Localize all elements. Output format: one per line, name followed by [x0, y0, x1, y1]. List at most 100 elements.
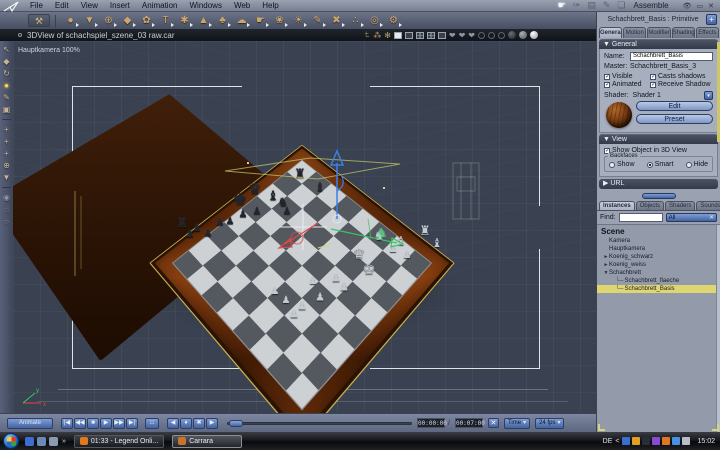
render-room-icon[interactable]: ❏ [617, 0, 625, 11]
menu-edit[interactable]: Edit [49, 1, 75, 10]
sphere-tool-icon[interactable]: ● [61, 13, 80, 28]
tray-icon[interactable] [632, 437, 640, 445]
find-filter-dropdown[interactable]: All ✕ [666, 213, 717, 222]
layout-four-pane-button[interactable] [416, 32, 424, 39]
camera-tool-icon[interactable]: ◉ [3, 193, 10, 202]
panel-splitter-grip[interactable] [642, 193, 676, 199]
display-mode-wire-icon[interactable] [478, 32, 485, 39]
minimize-icon[interactable]: ▭ [697, 2, 704, 10]
globe-tool-icon[interactable]: ⊕ [99, 13, 118, 28]
view-section-header[interactable]: ▼ View [599, 134, 718, 144]
tree-item-schachbrett[interactable]: ▼ Schachbrett [597, 269, 720, 277]
light-tool-icon[interactable]: ☀ [289, 13, 308, 28]
close-icon[interactable]: ✕ [708, 2, 714, 10]
menu-web[interactable]: Web [228, 1, 256, 10]
cone-tool-icon[interactable]: ▲ [194, 13, 213, 28]
preset-shader-button[interactable]: Preset [636, 114, 713, 124]
storyboard-room-icon[interactable]: ▤ [587, 0, 596, 11]
wrench-tool-icon[interactable]: ⚙ [384, 13, 403, 28]
move-tool-3-icon[interactable]: + [4, 149, 9, 158]
flower-tool-icon[interactable]: ❀ [270, 13, 289, 28]
tree-item-kamera[interactable]: Kamera [597, 237, 720, 245]
quick-launch-icon-1[interactable] [25, 437, 34, 446]
transport-button[interactable]: ▶▶ [113, 418, 125, 429]
browser-tab-shaders[interactable]: Shaders [665, 201, 695, 210]
tree-item-koenig_schwarz[interactable]: ► Koenig_schwarz [597, 253, 720, 261]
taskbar-task[interactable]: Carrara [172, 435, 242, 448]
tray-icon[interactable] [662, 437, 670, 445]
vertex-object-tool-icon[interactable]: ▼ [80, 13, 99, 28]
quick-launch-icon-2[interactable] [37, 437, 46, 446]
menu-help[interactable]: Help [256, 1, 284, 10]
tree-item-koenig_weiss[interactable]: ► Koenig_weiss [597, 261, 720, 269]
quick-launch-icon-3[interactable] [49, 437, 58, 446]
name-input[interactable]: Schachbrett_Basis [630, 52, 713, 61]
model-room-icon[interactable]: ✑ [573, 0, 581, 11]
transport-button[interactable]: ◀◀ [74, 418, 86, 429]
text-tool-icon[interactable]: T [156, 13, 175, 28]
shader-menu-button[interactable]: ▾ [704, 91, 713, 100]
tree-item-hauptkamera[interactable]: Hauptkamera [597, 245, 720, 253]
gear-tool-icon[interactable]: ✱ [175, 13, 194, 28]
tab-motion[interactable]: Motion [623, 27, 646, 38]
particle-tool-icon[interactable]: ✖ [327, 13, 346, 28]
url-section-header[interactable]: ▶ URL [599, 179, 718, 189]
tray-collapse-arrow[interactable]: < [615, 438, 619, 445]
keyframe-button[interactable]: ▶ [206, 418, 218, 429]
assemble-hand-icon[interactable]: ☛ [558, 0, 566, 11]
transport-button[interactable]: ▶| [126, 418, 138, 429]
hand-tool-icon[interactable]: ☛ [251, 13, 270, 28]
settings-gear-icon[interactable]: ✻ [384, 31, 391, 40]
display-mode-lines-icon[interactable] [488, 32, 495, 39]
browser-tab-objects[interactable]: Objects [636, 201, 664, 210]
layout-two-pane-button[interactable] [405, 32, 413, 39]
eraser-tool-icon[interactable]: ▣ [3, 105, 11, 114]
shading-mode-dark-icon[interactable] [508, 31, 516, 39]
hierarchy-icon[interactable]: ⁂ [373, 31, 381, 40]
tab-shading[interactable]: Shading [672, 27, 695, 38]
target-tool-icon[interactable]: ◎ [365, 13, 384, 28]
scene-scrollbar[interactable] [716, 225, 720, 442]
scene-root-label[interactable]: Scene [597, 225, 720, 237]
box-tool-icon[interactable]: ▼ [3, 173, 11, 182]
select-tool-icon[interactable]: ↖ [3, 45, 10, 54]
universal-manipulator-icon[interactable]: ⊕ [3, 161, 10, 170]
tray-icon[interactable] [622, 437, 630, 445]
camera-view-icon-2[interactable]: ❤ [459, 31, 466, 40]
tab-modifier[interactable]: Modifier [647, 27, 670, 38]
camera-view-icon-3[interactable]: ❤ [468, 31, 475, 40]
general-section-header[interactable]: ▼ General [599, 39, 718, 49]
tab-general[interactable]: General [599, 27, 622, 38]
cloud-tool-icon[interactable]: ☁ [232, 13, 251, 28]
shading-mode-gouraud-icon[interactable] [519, 31, 527, 39]
browser-tab-sounds[interactable]: Sounds [696, 201, 720, 210]
move-tool-1-icon[interactable]: + [4, 125, 9, 134]
time-slider-thumb[interactable] [229, 420, 243, 427]
tray-icon[interactable] [642, 437, 650, 445]
paint-sphere-tool-icon[interactable]: ● [4, 81, 9, 90]
transport-button[interactable]: ▶ [100, 418, 112, 429]
time-slider[interactable] [227, 422, 412, 425]
fps-dropdown[interactable]: 24 fps ▾ [535, 418, 564, 429]
pen-tool-icon[interactable]: ✎ [3, 93, 10, 102]
preview-quality-icon[interactable]: 𝚝 [365, 30, 371, 40]
menu-insert[interactable]: Insert [104, 1, 136, 10]
taskbar-task[interactable]: 01:33 - Legend Onli... [74, 435, 164, 448]
transport-button[interactable]: ■ [87, 418, 99, 429]
molecule-tool-icon[interactable]: ∴ [346, 13, 365, 28]
current-time-field[interactable]: 00:00:00 [417, 418, 445, 428]
pan-tool-icon[interactable]: ☝ [4, 205, 9, 214]
move-tool-2-icon[interactable]: + [4, 137, 9, 146]
menu-file[interactable]: File [24, 1, 49, 10]
backfaces-radio-hide[interactable]: Hide [686, 161, 708, 168]
end-time-field[interactable]: 00:07:00 [455, 418, 483, 428]
menu-animation[interactable]: Animation [136, 1, 184, 10]
find-input[interactable] [619, 213, 663, 222]
spline-tool-icon[interactable]: ✿ [137, 13, 156, 28]
start-button[interactable] [3, 433, 19, 449]
brush-tool-icon[interactable]: ✎ [308, 13, 327, 28]
plant-tool-icon[interactable]: ♣ [213, 13, 232, 28]
language-indicator[interactable]: DE [603, 438, 613, 445]
loop-button[interactable]: □ [145, 418, 159, 429]
scale-tool-icon[interactable]: ◆ [3, 57, 9, 66]
